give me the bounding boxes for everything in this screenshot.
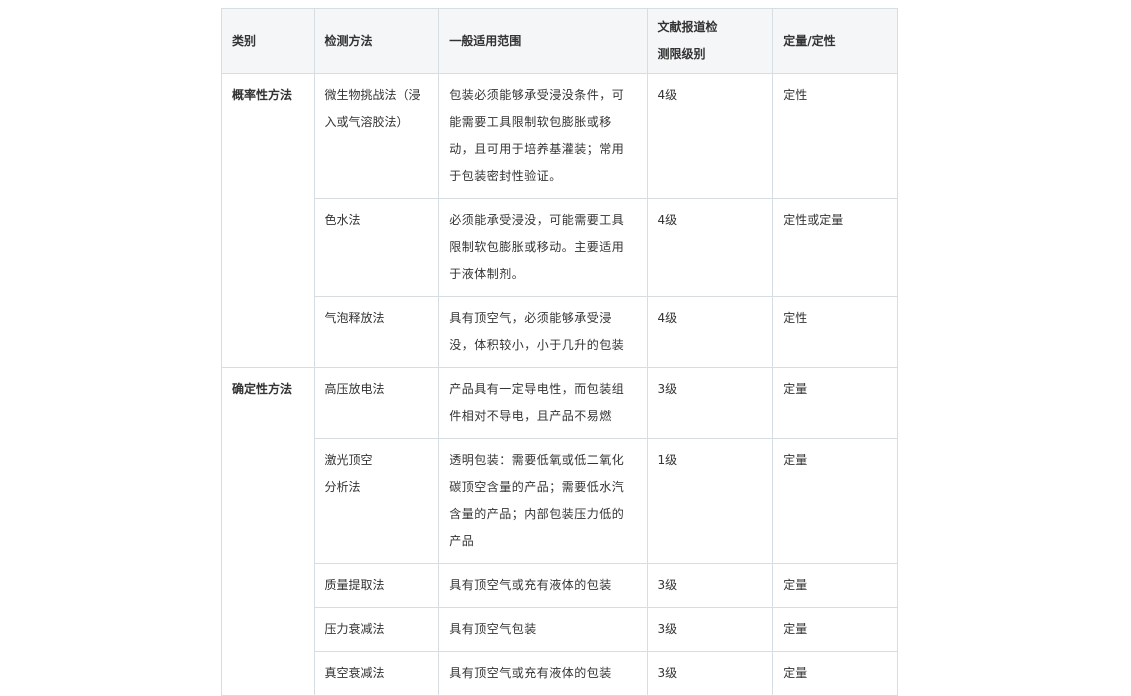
table-row: 气泡释放法 具有顶空气，必须能够承受浸 没，体积较小，小于几升的包装 4级 定性 <box>222 296 898 368</box>
header-detection-line1: 文献报道检 <box>657 20 718 34</box>
table-row: 质量提取法 具有顶空气或充有液体的包装 3级 定量 <box>222 563 898 608</box>
method-cell: 气泡释放法 <box>313 296 440 368</box>
category-cell: 确定性方法 <box>221 367 315 696</box>
method-cell: 质量提取法 <box>313 563 440 608</box>
table-row: 压力衰减法 具有顶空气包装 3级 定量 <box>222 607 898 652</box>
header-row: 类别 检测方法 一般适用范围 文献报道检 测限级别 定量/定性 <box>221 8 898 74</box>
method-cell-line: 压力衰减法 <box>324 622 385 636</box>
method-cell: 压力衰减法 <box>313 607 440 652</box>
method-cell-line: 激光顶空 <box>324 453 373 467</box>
scope-cell-line: 限制软包膨胀或移动。主要适用 <box>449 240 625 254</box>
table-header: 类别 检测方法 一般适用范围 文献报道检 测限级别 定量/定性 <box>221 8 898 74</box>
scope-cell-line: 具有顶空气包装 <box>449 622 537 636</box>
method-cell-line: 质量提取法 <box>324 578 385 592</box>
method-cell: 微生物挑战法（浸 入或气溶胶法） <box>313 73 440 199</box>
method-cell: 激光顶空 分析法 <box>313 438 440 564</box>
header-quant: 定量/定性 <box>772 8 898 74</box>
scope-cell: 透明包装：需要低氧或低二氧化 碳顶空含量的产品；需要低水汽 含量的产品；内部包装压力… <box>438 438 648 564</box>
category-cell: 概率性方法 <box>221 73 315 368</box>
table-row: 真空衰减法 具有顶空气或充有液体的包装 3级 定量 <box>222 651 898 696</box>
header-detection-level: 文献报道检 测限级别 <box>646 8 774 74</box>
header-scope: 一般适用范围 <box>438 8 648 74</box>
scope-cell-line: 产品具有一定导电性，而包装组 <box>449 382 625 396</box>
quant-cell: 定量 <box>772 607 898 652</box>
level-cell: 3级 <box>646 651 774 696</box>
methods-table: 类别 检测方法 一般适用范围 文献报道检 测限级别 定量/定性 概率性方法 微生物… <box>221 8 898 696</box>
scope-cell-line: 包装必须能够承受浸没条件，可 <box>449 88 625 102</box>
table-row: 确定性方法 高压放电法 产品具有一定导电性，而包装组 件相对不导电，且产品不易燃 3级定… <box>221 367 898 696</box>
table-row: 色水法 必须能承受浸没，可能需要工具 限制软包膨胀或移动。主要适用 于液体制剂。 4级定… <box>222 198 898 297</box>
header-category: 类别 <box>221 8 315 74</box>
table-row: 激光顶空 分析法 透明包装：需要低氧或低二氧化 碳顶空含量的产品；需要低水汽 含量的产品… <box>222 438 898 564</box>
level-cell: 1级 <box>646 438 774 564</box>
scope-cell-line: 碳顶空含量的产品；需要低水汽 <box>449 480 625 494</box>
scope-cell-line: 动，且可用于培养基灌装；常用 <box>449 142 625 156</box>
scope-cell: 产品具有一定导电性，而包装组 件相对不导电，且产品不易燃 <box>438 367 648 439</box>
header-method: 检测方法 <box>313 8 440 74</box>
level-cell: 3级 <box>646 563 774 608</box>
method-cell-line: 气泡释放法 <box>324 311 385 325</box>
quant-cell: 定性 <box>772 296 898 368</box>
method-cell-line: 高压放电法 <box>324 382 385 396</box>
scope-cell-line: 产品 <box>449 534 475 548</box>
quant-cell: 定量 <box>772 651 898 696</box>
quant-cell: 定量 <box>772 438 898 564</box>
method-cell: 高压放电法 <box>313 367 440 439</box>
level-cell: 3级 <box>646 607 774 652</box>
level-cell: 4级 <box>646 198 774 297</box>
method-cell-line: 微生物挑战法（浸 <box>324 88 421 102</box>
level-cell: 4级 <box>646 296 774 368</box>
scope-cell-line: 件相对不导电，且产品不易燃 <box>449 409 612 423</box>
method-cell-line: 真空衰减法 <box>324 666 385 680</box>
scope-cell-line: 没，体积较小，小于几升的包装 <box>449 338 625 352</box>
level-cell: 3级 <box>646 367 774 439</box>
quant-cell: 定性 <box>772 73 898 199</box>
scope-cell: 具有顶空气，必须能够承受浸 没，体积较小，小于几升的包装 <box>438 296 648 368</box>
quant-cell: 定性或定量 <box>772 198 898 297</box>
method-cell-line: 入或气溶胶法） <box>324 115 409 129</box>
scope-cell-line: 具有顶空气，必须能够承受浸 <box>449 311 612 325</box>
table-row: 概率性方法 微生物挑战法（浸 入或气溶胶法） 包装必须能够承受浸没条件，可 能需要工具限… <box>221 73 898 368</box>
scope-cell: 具有顶空气或充有液体的包装 <box>438 651 648 696</box>
scope-cell-line: 于包装密封性验证。 <box>449 169 562 183</box>
scope-cell-line: 能需要工具限制软包膨胀或移 <box>449 115 612 129</box>
method-cell: 真空衰减法 <box>313 651 440 696</box>
method-cell-line: 分析法 <box>324 480 361 494</box>
scope-cell-line: 具有顶空气或充有液体的包装 <box>449 666 612 680</box>
method-cell: 色水法 <box>313 198 440 297</box>
level-cell: 4级 <box>646 73 774 199</box>
table-body: 概率性方法 微生物挑战法（浸 入或气溶胶法） 包装必须能够承受浸没条件，可 能需要工具限… <box>221 73 898 696</box>
quant-cell: 定量 <box>772 367 898 439</box>
scope-cell: 具有顶空气或充有液体的包装 <box>438 563 648 608</box>
quant-cell: 定量 <box>772 563 898 608</box>
header-detection-line2: 测限级别 <box>657 47 706 61</box>
scope-cell-line: 含量的产品；内部包装压力低的 <box>449 507 625 521</box>
scope-cell-line: 透明包装：需要低氧或低二氧化 <box>449 453 625 467</box>
scope-cell-line: 于液体制剂。 <box>449 267 525 281</box>
scope-cell: 包装必须能够承受浸没条件，可 能需要工具限制软包膨胀或移 动，且可用于培养基灌装；常… <box>438 73 648 199</box>
method-cell-line: 色水法 <box>324 213 361 227</box>
scope-cell: 必须能承受浸没，可能需要工具 限制软包膨胀或移动。主要适用 于液体制剂。 <box>438 198 648 297</box>
scope-cell: 具有顶空气包装 <box>438 607 648 652</box>
scope-cell-line: 必须能承受浸没，可能需要工具 <box>449 213 625 227</box>
scope-cell-line: 具有顶空气或充有液体的包装 <box>449 578 612 592</box>
